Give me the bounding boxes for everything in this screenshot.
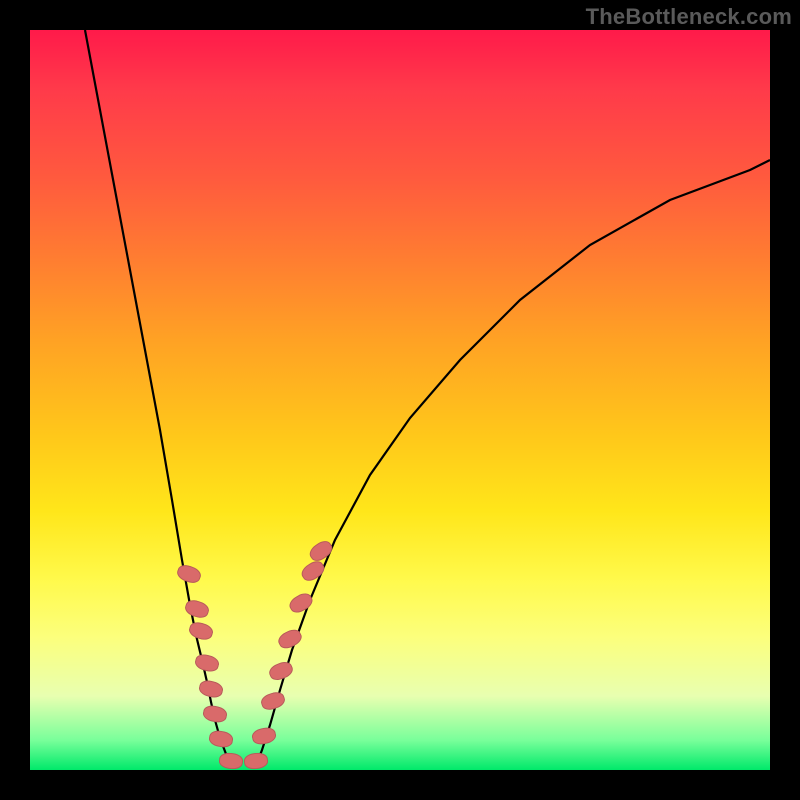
chart-frame: TheBottleneck.com (0, 0, 800, 800)
right-branch-curve (255, 160, 770, 768)
curve-layer (30, 30, 770, 770)
watermark-text: TheBottleneck.com (586, 4, 792, 30)
plot-area (30, 30, 770, 770)
